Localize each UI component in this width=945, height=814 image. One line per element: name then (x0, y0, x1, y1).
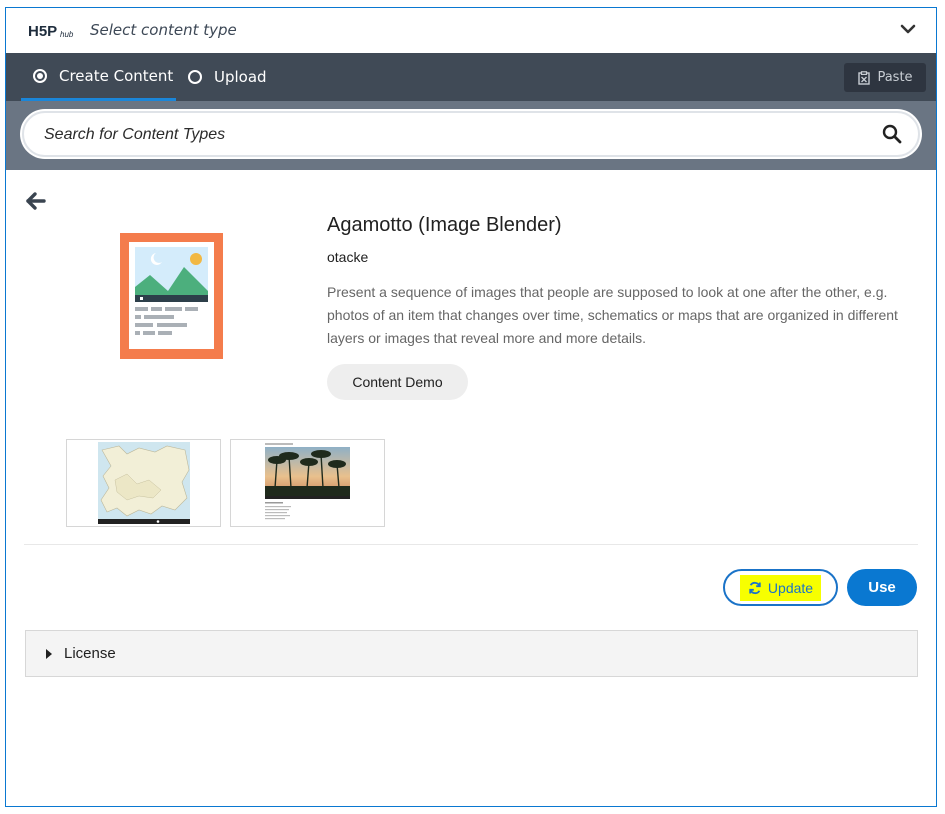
screenshot-thumbnail-map[interactable] (66, 439, 221, 527)
map-of-europe-image (98, 442, 190, 524)
refresh-icon (749, 581, 761, 594)
tab-bar: Create Content Upload Paste (6, 53, 936, 101)
search-box[interactable] (22, 111, 920, 157)
update-button[interactable]: Update (723, 569, 838, 606)
palm-trees-image (265, 443, 350, 520)
hub-title: Select content type (90, 21, 237, 39)
search-input[interactable] (44, 123, 864, 147)
hub-header[interactable]: H5P hub Select content type (6, 8, 936, 53)
content-type-owner: otacke (327, 249, 369, 265)
license-accordion[interactable]: License (25, 630, 918, 677)
update-highlight: Update (739, 574, 822, 601)
tab-label: Create Content (59, 66, 174, 85)
radio-unselected-icon (188, 70, 202, 84)
use-button[interactable]: Use (847, 569, 917, 606)
search-icon[interactable] (882, 124, 902, 144)
chevron-down-icon[interactable] (900, 23, 916, 35)
license-label: License (64, 645, 116, 662)
content-demo-button[interactable]: Content Demo (327, 364, 468, 400)
arrow-left-icon[interactable] (24, 191, 46, 211)
svg-text:hub: hub (60, 30, 74, 39)
content-type-description: Present a sequence of images that people… (327, 284, 898, 346)
h5p-logo: H5P hub (28, 23, 74, 40)
clipboard-icon (858, 70, 871, 85)
tab-upload[interactable]: Upload (188, 53, 267, 101)
search-band (6, 101, 936, 170)
screenshot-thumbnail-palms[interactable] (230, 439, 385, 527)
tab-label: Upload (214, 68, 267, 86)
content-type-title: Agamotto (Image Blender) (327, 214, 562, 236)
divider (24, 544, 918, 545)
paste-button[interactable]: Paste (844, 63, 926, 92)
caret-right-icon (46, 648, 52, 659)
tab-create-content[interactable]: Create Content (21, 53, 176, 101)
update-label: Update (767, 579, 814, 596)
radio-selected-icon (33, 68, 47, 83)
image-blender-icon (120, 233, 223, 359)
svg-text:H5P: H5P (28, 23, 57, 40)
h5p-hub: H5P hub Select content type Create Conte… (5, 7, 937, 807)
paste-label: Paste (877, 70, 913, 85)
